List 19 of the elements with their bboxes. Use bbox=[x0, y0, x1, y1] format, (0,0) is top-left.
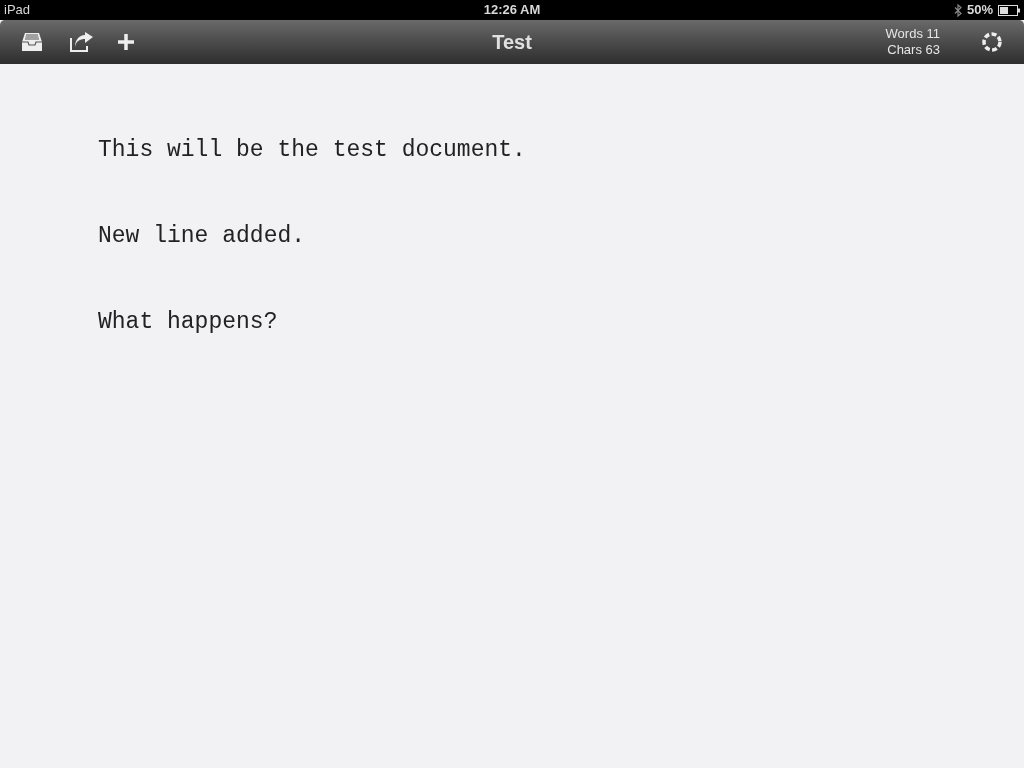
document-line: New line added. bbox=[98, 224, 306, 248]
word-count: Words 11 bbox=[885, 26, 940, 42]
battery-percent: 50% bbox=[966, 1, 993, 20]
share-button[interactable] bbox=[70, 30, 94, 54]
plus-icon bbox=[117, 33, 135, 51]
document-title: Test bbox=[492, 30, 532, 55]
char-count: Chars 63 bbox=[887, 42, 940, 58]
share-icon bbox=[70, 32, 94, 52]
inbox-button[interactable] bbox=[20, 30, 44, 54]
ring-icon bbox=[981, 31, 1003, 53]
sync-button[interactable] bbox=[980, 30, 1004, 54]
device-name: iPad bbox=[4, 1, 31, 20]
add-button[interactable] bbox=[116, 32, 136, 52]
document-line: This will be the test document. bbox=[98, 138, 526, 162]
battery-icon bbox=[998, 4, 1020, 16]
inbox-icon bbox=[21, 32, 43, 52]
document-line: What happens? bbox=[98, 310, 278, 334]
bluetooth-icon bbox=[953, 3, 962, 17]
status-time: 12:26 AM bbox=[483, 1, 541, 20]
